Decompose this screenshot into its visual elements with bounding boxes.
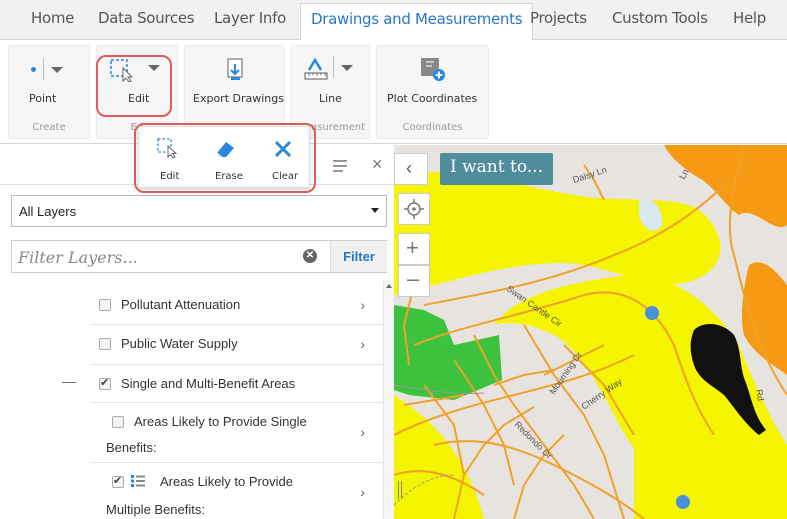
layer-label-line2: Benefits: bbox=[106, 440, 157, 455]
line-label: Line bbox=[319, 92, 342, 105]
layer-label-line1: Areas Likely to Provide Single bbox=[134, 414, 307, 429]
layer-checkbox[interactable] bbox=[99, 338, 111, 350]
filter-button[interactable]: Filter bbox=[330, 241, 387, 272]
panel-resize-handle[interactable] bbox=[398, 481, 402, 499]
line-measure-icon bbox=[304, 57, 328, 80]
layer-list: Pollutant Attenuation › Public Water Sup… bbox=[0, 281, 394, 519]
tab-projects[interactable]: Projects bbox=[530, 9, 587, 27]
tab-help[interactable]: Help bbox=[733, 9, 766, 27]
line-dropdown-caret[interactable] bbox=[341, 65, 353, 71]
tab-custom-tools[interactable]: Custom Tools bbox=[612, 9, 708, 27]
layer-item-single-and-multi-benefit[interactable]: Single and Multi-Benefit Areas bbox=[90, 364, 383, 404]
chevron-right-icon[interactable]: › bbox=[360, 424, 365, 440]
export-drawings-button[interactable]: Export Drawings bbox=[189, 54, 284, 114]
group-create-title: Create bbox=[32, 122, 66, 133]
layer-label: Pollutant Attenuation bbox=[121, 297, 241, 312]
filter-layers-input[interactable]: Filter Layers... bbox=[18, 248, 138, 267]
zoom-out-button[interactable]: – bbox=[398, 265, 430, 297]
export-drawings-label: Export Drawings bbox=[193, 92, 284, 105]
point-icon bbox=[31, 67, 36, 72]
map-marker[interactable] bbox=[676, 495, 690, 509]
layer-label: Public Water Supply bbox=[121, 336, 238, 351]
map-canvas[interactable]: Daisy Ln Ln Rd Cherry Way Mourning Dr Re… bbox=[394, 145, 787, 519]
map-view[interactable]: Daisy Ln Ln Rd Cherry Way Mourning Dr Re… bbox=[394, 145, 787, 519]
layer-list-scrollbar[interactable] bbox=[383, 281, 394, 519]
menu-tab-bar: Home Data Sources Layer Info Drawings an… bbox=[0, 0, 787, 41]
layers-dropdown[interactable]: All Layers bbox=[11, 195, 387, 227]
plot-coordinates-icon bbox=[421, 58, 445, 81]
chevron-right-icon[interactable]: › bbox=[360, 297, 365, 313]
crosshair-icon bbox=[404, 199, 424, 219]
filter-layers-box: Filter Layers... ✕ Filter bbox=[11, 240, 387, 273]
map-marker[interactable] bbox=[645, 306, 659, 320]
export-icon bbox=[227, 58, 243, 80]
tab-data-sources[interactable]: Data Sources bbox=[98, 9, 195, 27]
scroll-up-arrow-icon[interactable] bbox=[386, 284, 392, 288]
legend-icon bbox=[131, 475, 145, 487]
layer-item-pollutant-attenuation[interactable]: Pollutant Attenuation › bbox=[90, 285, 383, 325]
tab-drawings-and-measurements[interactable]: Drawings and Measurements bbox=[300, 3, 534, 41]
point-label: Point bbox=[29, 92, 57, 105]
point-button[interactable]: Point bbox=[17, 56, 83, 114]
highlight-edit-popup bbox=[134, 123, 316, 193]
minus-icon: – bbox=[407, 266, 420, 291]
line-button[interactable]: Line bbox=[297, 54, 365, 114]
layer-checkbox[interactable] bbox=[112, 474, 124, 488]
plus-icon: + bbox=[406, 235, 419, 260]
layer-item-multiple-benefits[interactable]: Areas Likely to Provide Multiple Benefit… bbox=[90, 462, 383, 519]
collapse-group-toggle[interactable]: — bbox=[62, 373, 76, 389]
layer-item-public-water-supply[interactable]: Public Water Supply › bbox=[90, 324, 383, 364]
layers-dropdown-value: All Layers bbox=[19, 204, 77, 219]
plot-coordinates-button[interactable]: Plot Coordinates bbox=[381, 54, 485, 114]
group-create: Point Create bbox=[8, 45, 90, 139]
i-want-to-button[interactable]: I want to... bbox=[440, 153, 553, 185]
group-coordinates: Plot Coordinates Coordinates bbox=[376, 45, 489, 139]
layer-item-single-benefits[interactable]: Areas Likely to Provide Single Benefits:… bbox=[90, 402, 383, 462]
menu-lines-icon[interactable] bbox=[332, 159, 348, 173]
chevron-right-icon[interactable]: › bbox=[360, 484, 365, 500]
chevron-right-icon[interactable]: › bbox=[360, 336, 365, 352]
layer-checkbox[interactable] bbox=[112, 416, 124, 428]
layer-label: Single and Multi-Benefit Areas bbox=[121, 376, 296, 391]
street-label: Rd bbox=[754, 389, 766, 402]
separator bbox=[43, 58, 44, 80]
group-coordinates-title: Coordinates bbox=[402, 122, 463, 133]
layer-label-line2: Multiple Benefits: bbox=[106, 502, 205, 517]
locate-button[interactable] bbox=[398, 193, 430, 225]
zoom-in-button[interactable]: + bbox=[398, 233, 430, 265]
collapse-panel-button[interactable]: ‹ bbox=[394, 153, 428, 185]
tab-home[interactable]: Home bbox=[31, 9, 74, 27]
clear-filter-icon[interactable]: ✕ bbox=[303, 249, 317, 263]
layer-checkbox[interactable] bbox=[99, 376, 111, 390]
tab-layer-info[interactable]: Layer Info bbox=[214, 9, 286, 27]
point-dropdown-caret[interactable] bbox=[51, 67, 63, 73]
dropdown-arrow-icon bbox=[371, 208, 379, 213]
close-panel-icon[interactable]: × bbox=[372, 154, 383, 175]
layer-label-line1: Areas Likely to Provide bbox=[160, 474, 293, 489]
layer-checkbox[interactable] bbox=[99, 299, 111, 311]
plot-coordinates-label: Plot Coordinates bbox=[387, 92, 478, 105]
highlight-edit-button bbox=[96, 55, 172, 117]
separator bbox=[333, 56, 334, 78]
chevron-left-icon: ‹ bbox=[406, 158, 412, 178]
